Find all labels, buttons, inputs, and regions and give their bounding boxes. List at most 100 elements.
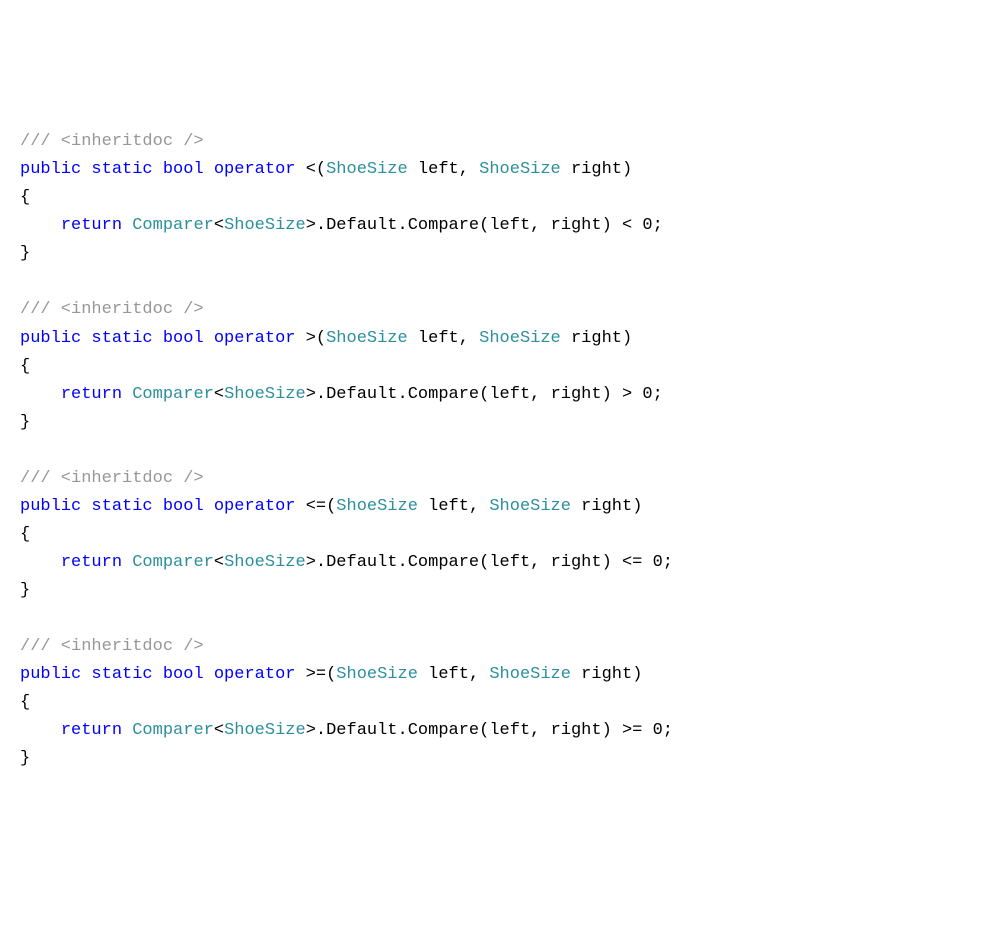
paren-close: )	[602, 385, 612, 404]
prop-default: Default	[326, 385, 397, 404]
paren-close: )	[632, 497, 642, 516]
brace-close: }	[20, 581, 30, 600]
compare-op: <	[622, 216, 632, 235]
comma: ,	[530, 553, 540, 572]
type-shoesize: ShoeSize	[489, 497, 571, 516]
comma: ,	[459, 160, 469, 179]
paren-close: )	[602, 721, 612, 740]
semicolon: ;	[663, 721, 673, 740]
type-shoesize: ShoeSize	[336, 497, 418, 516]
arg-left: left	[489, 721, 530, 740]
compare-op: >=	[622, 721, 642, 740]
arg-right: right	[551, 721, 602, 740]
dot: .	[316, 216, 326, 235]
method-compare: Compare	[408, 553, 479, 572]
angle-open: <	[214, 721, 224, 740]
compare-op: <=	[622, 553, 642, 572]
method-compare: Compare	[408, 216, 479, 235]
keyword-bool: bool	[163, 160, 204, 179]
param-right: right	[571, 329, 622, 348]
keyword-operator: operator	[214, 329, 296, 348]
semicolon: ;	[653, 385, 663, 404]
xml-doc-comment: /// <inheritdoc />	[20, 300, 204, 319]
param-right: right	[571, 160, 622, 179]
method-compare: Compare	[408, 385, 479, 404]
semicolon: ;	[653, 216, 663, 235]
keyword-return: return	[61, 216, 122, 235]
comma: ,	[530, 721, 540, 740]
keyword-bool: bool	[163, 665, 204, 684]
keyword-static: static	[91, 497, 152, 516]
angle-close: >	[306, 553, 316, 572]
brace-close: }	[20, 413, 30, 432]
paren-open: (	[479, 385, 489, 404]
literal-zero: 0	[642, 216, 652, 235]
param-right: right	[581, 497, 632, 516]
angle-close: >	[306, 721, 316, 740]
arg-right: right	[551, 553, 602, 572]
type-comparer: Comparer	[132, 553, 214, 572]
xml-doc-comment: /// <inheritdoc />	[20, 132, 204, 151]
literal-zero: 0	[642, 385, 652, 404]
semicolon: ;	[663, 553, 673, 572]
literal-zero: 0	[653, 721, 663, 740]
brace-open: {	[20, 693, 30, 712]
paren-open: (	[326, 665, 336, 684]
arg-right: right	[551, 385, 602, 404]
paren-open: (	[316, 329, 326, 348]
type-comparer: Comparer	[132, 385, 214, 404]
brace-close: }	[20, 244, 30, 263]
arg-left: left	[489, 385, 530, 404]
param-left: left	[428, 665, 469, 684]
keyword-static: static	[91, 665, 152, 684]
dot: .	[316, 553, 326, 572]
operator-symbol: <=	[306, 497, 326, 516]
param-left: left	[418, 329, 459, 348]
keyword-public: public	[20, 329, 81, 348]
code-editor-content: /// <inheritdoc /> public static bool op…	[20, 128, 980, 773]
paren-open: (	[479, 721, 489, 740]
method-compare: Compare	[408, 721, 479, 740]
type-shoesize: ShoeSize	[336, 665, 418, 684]
dot: .	[398, 553, 408, 572]
dot: .	[316, 721, 326, 740]
type-shoesize: ShoeSize	[479, 329, 561, 348]
type-shoesize: ShoeSize	[224, 553, 306, 572]
dot: .	[398, 721, 408, 740]
keyword-public: public	[20, 160, 81, 179]
brace-open: {	[20, 357, 30, 376]
arg-left: left	[489, 216, 530, 235]
compare-op: >	[622, 385, 632, 404]
paren-open: (	[479, 216, 489, 235]
type-shoesize: ShoeSize	[326, 329, 408, 348]
operator-symbol: <	[306, 160, 316, 179]
paren-close: )	[622, 329, 632, 348]
type-shoesize: ShoeSize	[479, 160, 561, 179]
comma: ,	[469, 665, 479, 684]
param-left: left	[428, 497, 469, 516]
keyword-operator: operator	[214, 160, 296, 179]
xml-doc-comment: /// <inheritdoc />	[20, 469, 204, 488]
paren-close: )	[602, 553, 612, 572]
keyword-operator: operator	[214, 665, 296, 684]
keyword-public: public	[20, 665, 81, 684]
keyword-public: public	[20, 497, 81, 516]
keyword-bool: bool	[163, 329, 204, 348]
angle-close: >	[306, 385, 316, 404]
operator-symbol: >=	[306, 665, 326, 684]
paren-open: (	[326, 497, 336, 516]
dot: .	[398, 216, 408, 235]
arg-right: right	[551, 216, 602, 235]
param-left: left	[418, 160, 459, 179]
prop-default: Default	[326, 553, 397, 572]
paren-open: (	[479, 553, 489, 572]
brace-open: {	[20, 525, 30, 544]
type-shoesize: ShoeSize	[326, 160, 408, 179]
brace-close: }	[20, 749, 30, 768]
comma: ,	[459, 329, 469, 348]
comma: ,	[530, 385, 540, 404]
angle-close: >	[306, 216, 316, 235]
keyword-static: static	[91, 329, 152, 348]
xml-doc-comment: /// <inheritdoc />	[20, 637, 204, 656]
type-shoesize: ShoeSize	[224, 385, 306, 404]
